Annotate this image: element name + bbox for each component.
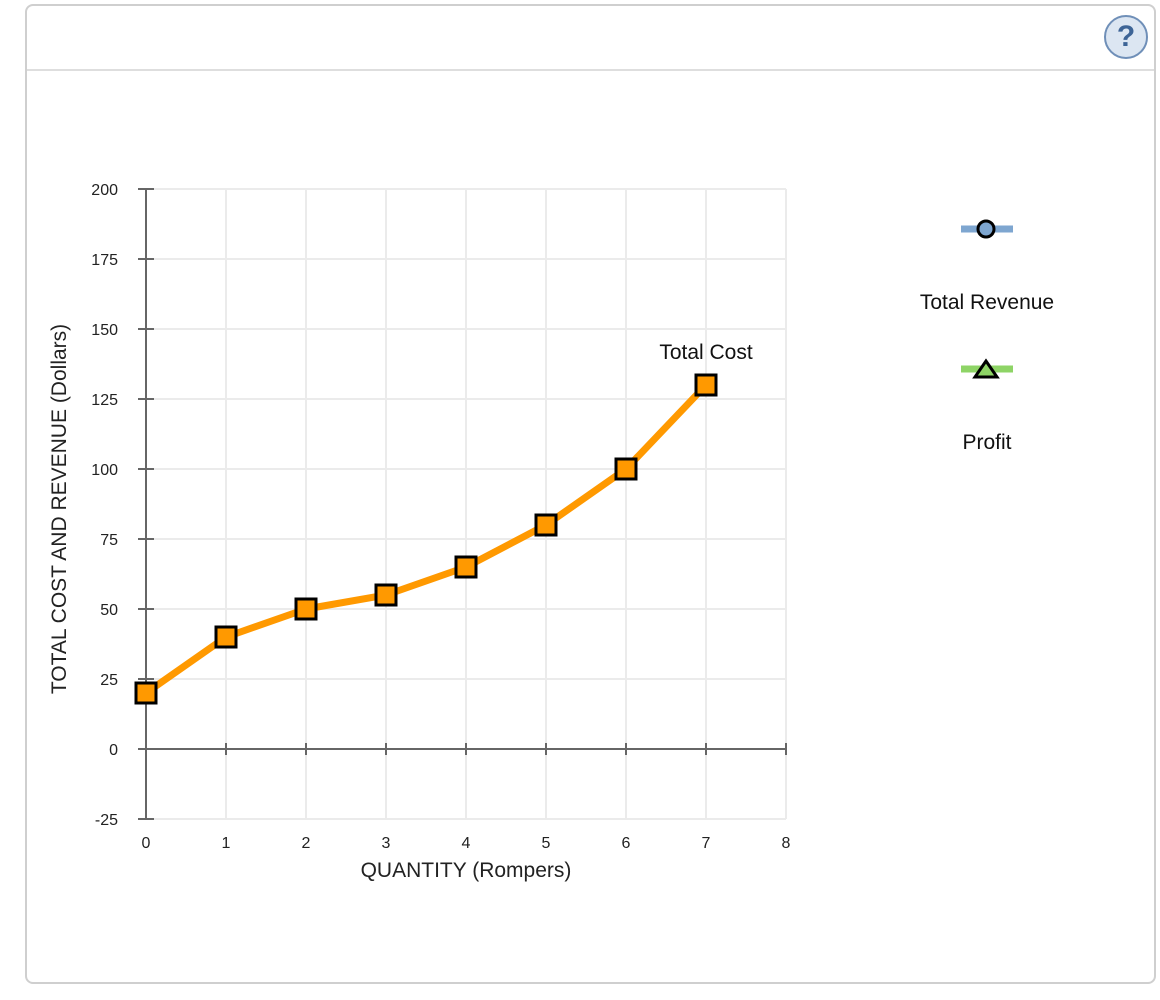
legend-item-total-revenue[interactable]: Total Revenue bbox=[920, 219, 1054, 314]
legend[interactable]: Total Revenue Profit bbox=[920, 219, 1054, 454]
data-point-total-cost[interactable] bbox=[454, 555, 478, 579]
data-point-total-cost[interactable] bbox=[374, 583, 398, 607]
y-tick-label: 50 bbox=[100, 602, 118, 619]
legend-label-total-revenue: Total Revenue bbox=[920, 291, 1054, 314]
x-tick-label: 1 bbox=[222, 835, 231, 852]
y-tick-label: 125 bbox=[91, 392, 118, 409]
chart: 0 1 2 3 4 5 6 7 8 -25 0 25 50 75 100 125 150 175 200 QUANT… bbox=[48, 182, 1054, 882]
x-tick-label: 8 bbox=[782, 835, 791, 852]
tick-labels: 0 1 2 3 4 5 6 7 8 -25 0 25 50 75 100 125 150 175 200 bbox=[91, 182, 790, 852]
x-tick-label: 7 bbox=[702, 835, 711, 852]
y-tick-label: 0 bbox=[109, 742, 118, 759]
x-tick-label: 6 bbox=[622, 835, 631, 852]
data-point-total-cost[interactable] bbox=[134, 681, 158, 705]
data-point-total-cost[interactable] bbox=[694, 373, 718, 397]
y-tick-label: 175 bbox=[91, 252, 118, 269]
x-tick-label: 3 bbox=[382, 835, 391, 852]
x-tick-label: 0 bbox=[142, 835, 151, 852]
data-point-total-cost[interactable] bbox=[214, 625, 238, 649]
y-tick-label: 200 bbox=[91, 182, 118, 199]
series-label-total-cost: Total Cost bbox=[659, 341, 753, 364]
y-axis-title: TOTAL COST AND REVENUE (Dollars) bbox=[48, 324, 71, 694]
y-tick-label: 75 bbox=[100, 532, 118, 549]
x-tick-label: 4 bbox=[462, 835, 471, 852]
grid bbox=[146, 188, 787, 820]
y-tick-label: -25 bbox=[95, 812, 118, 829]
data-point-total-cost[interactable] bbox=[294, 597, 318, 621]
circle-icon[interactable] bbox=[976, 219, 996, 239]
y-tick-label: 25 bbox=[100, 672, 118, 689]
y-tick-label: 100 bbox=[91, 462, 118, 479]
axes bbox=[138, 188, 787, 820]
legend-label-profit: Profit bbox=[962, 431, 1011, 454]
x-axis-title: QUANTITY (Rompers) bbox=[361, 859, 572, 882]
x-tick-label: 5 bbox=[542, 835, 551, 852]
data-point-total-cost[interactable] bbox=[534, 513, 558, 537]
y-tick-label: 150 bbox=[91, 322, 118, 339]
data-point-total-cost[interactable] bbox=[614, 457, 638, 481]
legend-item-profit[interactable]: Profit bbox=[961, 358, 1013, 454]
x-tick-label: 2 bbox=[302, 835, 311, 852]
